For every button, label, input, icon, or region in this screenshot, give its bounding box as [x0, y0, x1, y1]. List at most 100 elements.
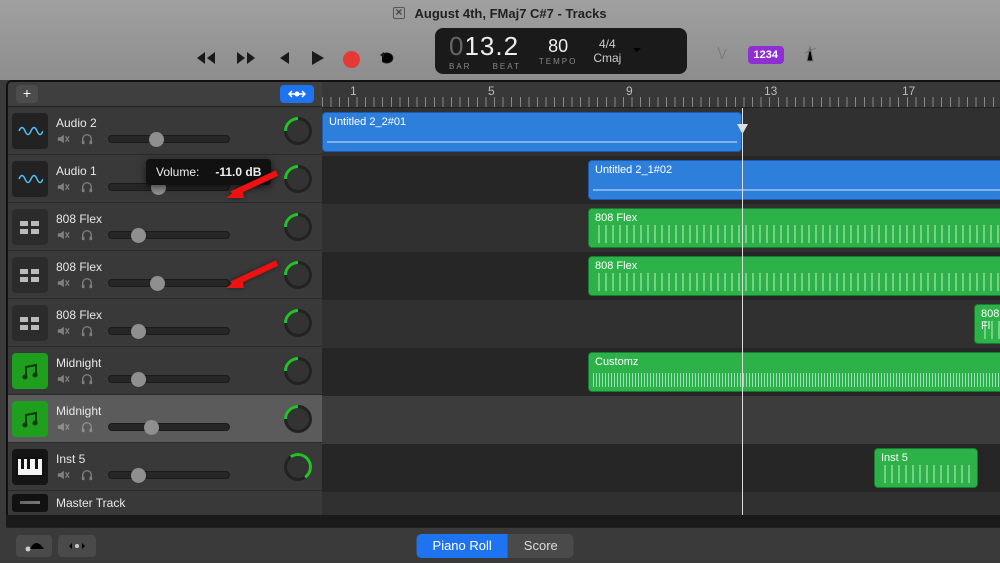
region[interactable]: Customz — [588, 352, 1000, 392]
volume-slider[interactable] — [108, 231, 230, 239]
track-header[interactable]: Midnight — [8, 347, 322, 395]
chevron-down-icon[interactable] — [631, 44, 643, 59]
window-modified-dot-icon — [393, 7, 405, 19]
pan-knob[interactable] — [284, 165, 312, 193]
pan-knob[interactable] — [284, 453, 312, 481]
headphones-icon[interactable] — [80, 421, 94, 433]
mute-icon[interactable] — [56, 421, 70, 433]
arrange-area[interactable]: 159131721 Untitled 2_2#01Untitled 2_1#02… — [322, 82, 1000, 515]
pan-knob[interactable] — [284, 357, 312, 385]
volume-slider[interactable] — [108, 279, 230, 287]
go-to-start-button[interactable] — [275, 50, 291, 69]
mute-icon[interactable] — [56, 133, 70, 145]
track-header[interactable]: 808 Flex — [8, 299, 322, 347]
editor-view-toggle[interactable]: Piano Roll Score — [417, 534, 574, 558]
cycle-button[interactable] — [378, 50, 398, 69]
mute-icon[interactable] — [56, 373, 70, 385]
arrange-row[interactable] — [322, 492, 1000, 515]
volume-slider[interactable] — [108, 423, 230, 431]
headphones-icon[interactable] — [80, 373, 94, 385]
lcd-display[interactable]: 013.2 BAR BEAT 80 TEMPO 4/4 Cmaj — [435, 28, 687, 74]
headphones-icon[interactable] — [80, 277, 94, 289]
tab-score[interactable]: Score — [508, 534, 574, 558]
track-header[interactable]: Audio 2 — [8, 107, 322, 155]
region-label: Untitled 2_1#02 — [595, 164, 672, 176]
mute-icon[interactable] — [56, 181, 70, 193]
tuner-icon[interactable] — [712, 43, 732, 66]
track-name: 808 Flex — [56, 308, 284, 322]
track-name: Midnight — [56, 404, 284, 418]
arrange-row[interactable] — [322, 300, 1000, 348]
track-type-icon — [12, 401, 48, 437]
annotation-arrow-2 — [222, 258, 282, 295]
metronome-icon[interactable] — [800, 43, 820, 66]
automation-curve-button[interactable] — [16, 535, 52, 557]
track-type-icon — [12, 257, 48, 293]
track-name: Audio 2 — [56, 116, 284, 130]
mute-icon[interactable] — [56, 325, 70, 337]
region-label: 808 Flex — [595, 260, 637, 272]
track-type-icon — [12, 161, 48, 197]
track-header[interactable]: 808 Flex — [8, 203, 322, 251]
document-title: August 4th, FMaj7 C#7 - Tracks — [414, 6, 606, 21]
volume-slider[interactable] — [108, 327, 230, 335]
region[interactable]: Untitled 2_2#01 — [322, 112, 742, 152]
pan-knob[interactable] — [284, 405, 312, 433]
annotation-arrow-1 — [222, 168, 282, 205]
headphones-icon[interactable] — [80, 133, 94, 145]
record-button[interactable] — [343, 51, 360, 68]
master-meter-icon — [12, 494, 48, 512]
headphones-icon[interactable] — [80, 229, 94, 241]
track-header[interactable]: Inst 5 — [8, 443, 322, 491]
volume-slider[interactable] — [108, 135, 230, 143]
region-label: Untitled 2_2#01 — [329, 116, 406, 128]
track-header[interactable]: Midnight — [8, 395, 322, 443]
track-type-icon — [12, 449, 48, 485]
volume-slider[interactable] — [108, 471, 230, 479]
track-type-icon — [12, 353, 48, 389]
ruler-bar-number: 17 — [902, 84, 915, 98]
region[interactable]: 808 Flex — [588, 208, 1000, 248]
horizontal-zoom-footer-button[interactable] — [58, 535, 96, 557]
region-label: Customz — [595, 356, 638, 368]
track-type-icon — [12, 209, 48, 245]
track-name: 808 Flex — [56, 212, 284, 226]
mute-icon[interactable] — [56, 277, 70, 289]
region[interactable]: 808 Fl — [974, 304, 1000, 344]
arrange-row[interactable] — [322, 396, 1000, 444]
headphones-icon[interactable] — [80, 181, 94, 193]
horizontal-zoom-button[interactable] — [280, 85, 314, 103]
track-type-icon — [12, 305, 48, 341]
volume-slider[interactable] — [108, 375, 230, 383]
add-track-button[interactable]: + — [16, 85, 38, 103]
master-track-header[interactable]: Master Track — [8, 491, 322, 515]
region[interactable]: Untitled 2_1#02 — [588, 160, 1000, 200]
play-button[interactable] — [309, 49, 325, 70]
rewind-button[interactable] — [195, 50, 217, 69]
region[interactable]: 808 Flex — [588, 256, 1000, 296]
mute-icon[interactable] — [56, 229, 70, 241]
headphones-icon[interactable] — [80, 469, 94, 481]
track-name: Inst 5 — [56, 452, 284, 466]
track-list: + Audio 2 Audio 1 Volume:-11.0 dB 808 Fl… — [8, 82, 322, 515]
bar-ruler[interactable]: 159131721 — [322, 82, 1000, 108]
pan-knob[interactable] — [284, 213, 312, 241]
region-label: Inst 5 — [881, 452, 908, 464]
ruler-bar-number: 9 — [626, 84, 633, 98]
track-name: Midnight — [56, 356, 284, 370]
pan-knob[interactable] — [284, 117, 312, 145]
count-in-button[interactable]: 1234 — [748, 46, 784, 64]
pan-knob[interactable] — [284, 309, 312, 337]
playhead[interactable] — [742, 108, 743, 515]
ruler-bar-number: 13 — [764, 84, 777, 98]
pan-knob[interactable] — [284, 261, 312, 289]
mute-icon[interactable] — [56, 469, 70, 481]
ruler-bar-number: 5 — [488, 84, 495, 98]
region-label: 808 Flex — [595, 212, 637, 224]
headphones-icon[interactable] — [80, 325, 94, 337]
ruler-bar-number: 1 — [350, 84, 357, 98]
region[interactable]: Inst 5 — [874, 448, 978, 488]
tab-piano-roll[interactable]: Piano Roll — [417, 534, 508, 558]
fast-forward-button[interactable] — [235, 50, 257, 69]
track-type-icon — [12, 113, 48, 149]
